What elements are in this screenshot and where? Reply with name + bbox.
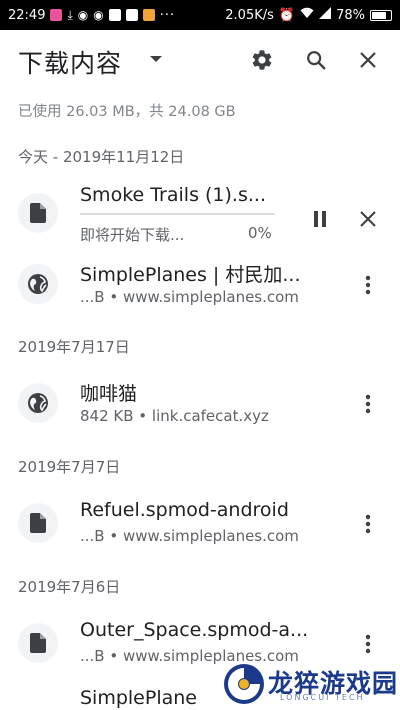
- download-notification-icon: ⤓: [67, 7, 73, 22]
- more-options-button[interactable]: [356, 632, 380, 656]
- more-vert-icon: [365, 394, 371, 414]
- more-notifications-icon: ···: [159, 7, 176, 23]
- app-notification-icon: [50, 9, 63, 21]
- file-icon: [30, 633, 46, 653]
- battery-icon: [370, 9, 392, 21]
- file-icon-container: [18, 193, 58, 233]
- storage-usage: 已使用 26.03 MB，共 24.08 GB: [18, 104, 236, 120]
- wechat-icon-2: ◉: [93, 8, 104, 22]
- more-vert-icon: [365, 275, 371, 295]
- battery-level: 78%: [336, 7, 365, 23]
- date-header: 2019年7月7日: [18, 458, 121, 476]
- network-speed: 2.05K/s: [225, 7, 274, 23]
- search-button[interactable]: [300, 44, 332, 76]
- more-options-button[interactable]: [356, 392, 380, 416]
- download-title: Smoke Trails (1).s...: [80, 184, 266, 206]
- globe-icon-container: [18, 264, 58, 304]
- date-header: 2019年7月6日: [18, 578, 121, 596]
- app-notification-icon-2: [108, 9, 121, 21]
- download-title: Outer_Space.spmod-a...: [80, 619, 309, 641]
- settings-button[interactable]: [246, 44, 278, 76]
- app-notification-icon-3: [125, 9, 138, 21]
- download-status: 即将开始下载...: [80, 226, 185, 244]
- signal-icon: [319, 7, 332, 23]
- chevron-down-icon[interactable]: [150, 56, 162, 62]
- status-bar: 22:49 ⤓ ◉ ◉ ··· 2.05K/s ⏰ 78%: [0, 0, 400, 30]
- more-vert-icon: [365, 634, 371, 654]
- globe-icon: [28, 393, 48, 413]
- download-progress-bar: [80, 213, 275, 215]
- download-title: Refuel.spmod-android: [80, 499, 289, 521]
- download-title: SimplePlane: [80, 687, 197, 709]
- download-item[interactable]: 咖啡猫 842 KB • link.cafecat.xyz: [0, 369, 400, 439]
- file-icon: [30, 513, 46, 533]
- close-button[interactable]: [352, 44, 384, 76]
- download-item[interactable]: Refuel.spmod-android ...B • www.simplepl…: [0, 489, 400, 559]
- status-time: 22:49: [8, 7, 46, 23]
- pause-icon: [314, 211, 326, 227]
- globe-icon-container: [18, 383, 58, 423]
- app-header: 下载内容: [0, 30, 400, 90]
- date-header: 今天 - 2019年11月12日: [18, 148, 185, 166]
- globe-icon: [28, 274, 48, 294]
- download-subtitle: 842 KB • link.cafecat.xyz: [80, 407, 269, 425]
- close-icon: [360, 52, 376, 68]
- cancel-download-button[interactable]: [356, 207, 380, 231]
- search-icon: [307, 51, 326, 70]
- file-icon: [30, 203, 46, 223]
- watermark-emblem-icon: [224, 664, 264, 704]
- download-title: SimplePlanes | 村民加...: [80, 264, 301, 286]
- more-vert-icon: [365, 514, 371, 534]
- file-icon-container: [18, 503, 58, 543]
- download-subtitle: ...B • www.simpleplanes.com: [80, 527, 299, 545]
- watermark-logo: 龙猝游戏园 LONGCUI TECH: [222, 660, 400, 710]
- more-options-button[interactable]: [356, 273, 380, 297]
- app-notification-icon-4: [142, 9, 155, 21]
- more-options-button[interactable]: [356, 512, 380, 536]
- settings-icon: [252, 50, 272, 70]
- wifi-icon: [300, 7, 314, 23]
- wechat-icon: ◉: [77, 8, 89, 22]
- date-header: 2019年7月17日: [18, 338, 130, 356]
- file-icon-container: [18, 623, 58, 663]
- watermark-subtext: LONGCUI TECH: [280, 693, 365, 702]
- pause-button[interactable]: [308, 207, 332, 231]
- download-item[interactable]: SimplePlanes | 村民加... ...B • www.simplep…: [0, 250, 400, 320]
- page-title[interactable]: 下载内容: [18, 44, 122, 80]
- alarm-icon: ⏰: [278, 7, 296, 23]
- download-title: 咖啡猫: [80, 383, 138, 405]
- download-subtitle: ...B • www.simpleplanes.com: [80, 288, 299, 306]
- download-percent: 0%: [248, 224, 272, 242]
- download-item-in-progress[interactable]: Smoke Trails (1).s... 即将开始下载... 0%: [0, 180, 400, 250]
- close-icon: [360, 211, 376, 227]
